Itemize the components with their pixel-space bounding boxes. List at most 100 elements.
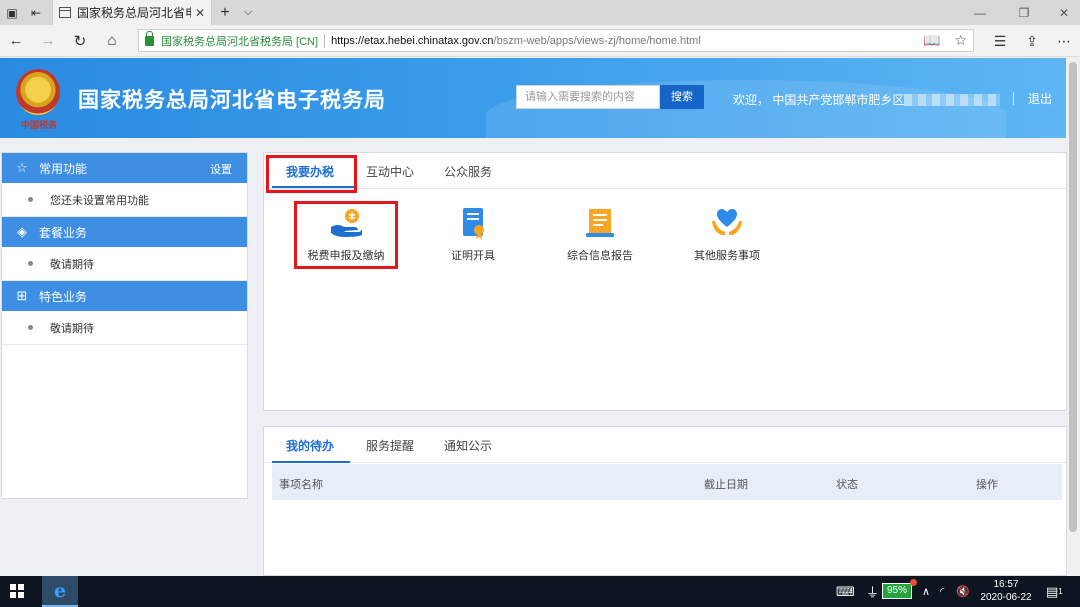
active-tab-underline	[272, 461, 350, 463]
services-tabs: 我要办税 互动中心 公众服务	[264, 153, 1066, 189]
minimize-icon[interactable]: —	[960, 0, 1000, 25]
sidebar-section-common[interactable]: ☆ 常用功能 设置	[2, 153, 247, 183]
heart-hand-icon	[709, 205, 745, 241]
network-icon[interactable]: ◜	[940, 576, 944, 607]
sidebar-item: 敬请期待	[2, 247, 247, 281]
tab-close-icon[interactable]: ✕	[195, 6, 205, 20]
bullet-icon	[28, 261, 33, 266]
search-button[interactable]: 搜索	[660, 85, 704, 109]
url-text: https://etax.hebei.chinatax.gov.cn/bszm-…	[331, 35, 701, 47]
new-tab-button[interactable]: +	[212, 4, 238, 22]
url-host: https://etax.hebei.chinatax.gov.cn	[331, 34, 494, 47]
address-bar[interactable]: 国家税务总局河北省税务局 [CN] https://etax.hebei.chi…	[138, 29, 974, 52]
battery-indicator[interactable]: 95%	[882, 583, 912, 599]
address-divider	[324, 33, 326, 48]
volume-muted-icon[interactable]: 🔇	[956, 576, 970, 607]
browser-nav-bar: ← → ↻ ⌂ 国家税务总局河北省税务局 [CN] https://etax.h…	[0, 25, 1080, 57]
sidebar-section-package[interactable]: ◈ 套餐业务	[2, 217, 247, 247]
service-info-report[interactable]: 综合信息报告	[545, 205, 655, 263]
more-icon[interactable]: ⋯	[1048, 25, 1080, 57]
battery-alert-dot	[910, 579, 917, 586]
welcome-text: 欢迎， 中国共产党邯郸市肥乡区	[733, 91, 1001, 108]
notification-count: 1	[1058, 587, 1063, 596]
favorite-star-icon[interactable]: ☆	[954, 32, 967, 49]
share-icon[interactable]: ⇪	[1016, 25, 1048, 57]
bullet-icon	[28, 325, 33, 330]
emblem-caption: 中国税务	[20, 121, 57, 131]
bullet-icon	[28, 197, 33, 202]
service-label: 证明开具	[451, 250, 495, 262]
tax-services-panel: 我要办税 互动中心 公众服务 税费申报及缴纳 证明开具 综合信息报告 其他服务事…	[263, 152, 1067, 411]
sidebar-item: 您还未设置常用功能	[2, 183, 247, 217]
tab-notices[interactable]: 通知公示	[444, 437, 492, 454]
sidebar: ☆ 常用功能 设置 您还未设置常用功能 ◈ 套餐业务 敬请期待 ⊞ 特色业务 敬…	[1, 152, 248, 499]
system-clock[interactable]: 16:57 2020-06-22	[978, 578, 1034, 604]
service-certificate[interactable]: 证明开具	[418, 205, 528, 263]
site-title: 国家税务总局河北省电子税务局	[78, 88, 386, 112]
clock-time: 16:57	[993, 579, 1019, 590]
restore-icon[interactable]: ❐	[1004, 0, 1044, 25]
column-status: 状态	[836, 479, 858, 491]
reading-view-icon[interactable]: 📖	[923, 32, 940, 49]
refresh-icon[interactable]: ↻	[64, 25, 96, 57]
pending-items-panel: 我的待办 服务提醒 通知公示 事项名称 截止日期 状态 操作	[263, 426, 1067, 576]
column-deadline: 截止日期	[704, 479, 748, 491]
browser-tab[interactable]: 国家税务总局河北省电子 ✕	[52, 0, 212, 25]
layers-icon: ◈	[17, 224, 27, 239]
service-tax-declaration[interactable]: 税费申报及缴纳	[291, 205, 401, 263]
service-label: 税费申报及缴纳	[307, 250, 385, 262]
info-report-icon	[582, 205, 618, 241]
favorites-hub-icon[interactable]: ☰	[984, 25, 1016, 57]
certificate-label: 国家税务总局河北省税务局 [CN]	[161, 35, 319, 48]
forward-icon[interactable]: →	[32, 25, 64, 57]
tab-public-services[interactable]: 公众服务	[444, 163, 492, 180]
show-hidden-icons-icon[interactable]: ∧	[922, 576, 930, 607]
home-icon[interactable]: ⌂	[96, 25, 128, 57]
certificate-icon	[455, 205, 491, 241]
sidebar-section-title: 套餐业务	[39, 225, 88, 240]
browser-tab-bar: ▣ ⇤ 国家税务总局河北省电子 ✕ + ⌵ — ❐ ✕	[0, 0, 1080, 25]
tab-interaction-center[interactable]: 互动中心	[366, 163, 414, 180]
grid-icon: ⊞	[16, 288, 28, 303]
highlight-box-tab	[266, 155, 357, 193]
tab-title: 国家税务总局河北省电子	[77, 6, 191, 20]
service-other[interactable]: 其他服务事项	[672, 205, 782, 263]
column-action: 操作	[976, 479, 998, 491]
notification-center-icon[interactable]: ▤ 1	[1046, 576, 1063, 607]
set-aside-tabs-icon[interactable]: ⇤	[24, 0, 48, 25]
service-label: 其他服务事项	[694, 250, 760, 262]
tab-my-todo[interactable]: 我的待办	[286, 437, 334, 454]
tax-emblem-icon	[16, 69, 60, 115]
tax-payment-icon	[328, 205, 364, 241]
sidebar-item-label: 敬请期待	[50, 258, 94, 271]
close-window-icon[interactable]: ✕	[1044, 0, 1080, 25]
windows-start-icon[interactable]	[10, 584, 24, 598]
service-label: 综合信息报告	[567, 250, 633, 262]
column-item-name: 事项名称	[279, 479, 323, 491]
star-icon: ☆	[16, 160, 28, 175]
tab-actions-icon[interactable]: ▣	[0, 0, 24, 25]
sidebar-item: 敬请期待	[2, 311, 247, 345]
sidebar-section-featured[interactable]: ⊞ 特色业务	[2, 281, 247, 311]
windows-taskbar: e ⌨ ⏚ 95% ∧ ◜ 🔇 16:57 2020-06-22 ▤ 1	[0, 576, 1080, 607]
tab-service-reminders[interactable]: 服务提醒	[366, 437, 414, 454]
clock-date: 2020-06-22	[980, 592, 1032, 603]
sidebar-section-title: 特色业务	[39, 289, 88, 304]
header-divider	[1013, 92, 1014, 105]
sidebar-section-title: 常用功能	[39, 161, 88, 176]
keyboard-icon[interactable]: ⌨	[836, 576, 855, 607]
page-icon	[59, 7, 71, 18]
search-input[interactable]: 请输入需要搜索的内容	[516, 85, 660, 109]
redacted-name	[904, 94, 1001, 106]
power-plug-icon: ⏚	[866, 585, 880, 600]
scrollbar-thumb[interactable]	[1069, 62, 1077, 532]
settings-link[interactable]: 设置	[210, 161, 232, 177]
tab-list-button[interactable]: ⌵	[238, 6, 258, 19]
logout-link[interactable]: 退出	[1028, 90, 1052, 107]
edge-browser-icon[interactable]: e	[42, 576, 78, 607]
pending-table-header: 事项名称 截止日期 状态 操作	[272, 464, 1062, 500]
url-path: /bszm-web/apps/views-zj/home/home.html	[493, 34, 701, 47]
back-icon[interactable]: ←	[0, 25, 32, 57]
page-scrollbar[interactable]	[1066, 58, 1080, 576]
lock-icon	[145, 30, 154, 46]
